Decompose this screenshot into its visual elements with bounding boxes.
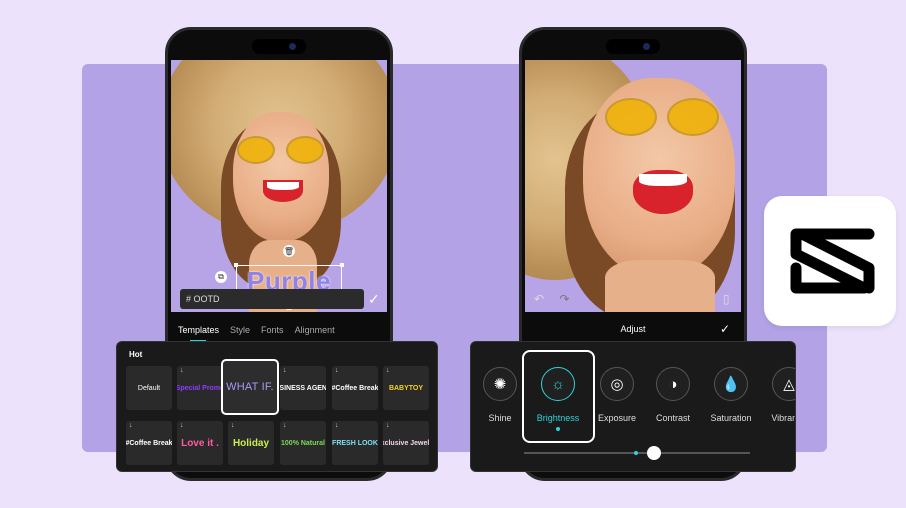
template-item[interactable]: ↓ Special Promo (177, 366, 223, 410)
template-label: Default (137, 384, 161, 392)
template-label: 100% Natural (281, 439, 325, 447)
edited-photo: Purple 🗑 ⧉ ↻ (171, 60, 387, 312)
template-label: Love it . (181, 437, 219, 449)
redo-icon[interactable]: ↷ (559, 292, 569, 306)
template-label: #Coffee Break (332, 384, 378, 392)
download-icon: ↓ (335, 422, 339, 429)
download-icon: ↓ (283, 422, 287, 429)
camera-notch (606, 39, 660, 54)
template-item[interactable]: Default (126, 366, 172, 410)
adjust-panel: ✺ Shine ☼ Brightness ◎ Exposure ◑ Contrast 💧 Satu… (470, 341, 796, 472)
contrast-icon: ◑ (656, 367, 690, 401)
template-label: Exclusive Jewelry (383, 439, 429, 447)
template-label: Holiday (232, 437, 270, 449)
adjusted-photo (525, 60, 741, 312)
camera-notch (252, 39, 306, 54)
adjust-label: Exposure (597, 413, 637, 423)
template-item[interactable]: ↓ Holiday (228, 421, 274, 465)
sun-icon: ☼ (541, 367, 575, 401)
droplet-icon: 💧 (714, 367, 748, 401)
adjust-item-shine[interactable]: ✺ Shine (471, 367, 530, 423)
adjust-label: Vibrance (771, 413, 795, 423)
exposure-icon: ◎ (600, 367, 634, 401)
template-label: BABYTOY (388, 384, 424, 392)
selected-indicator (556, 427, 560, 431)
download-icon: ↓ (335, 367, 339, 374)
template-item[interactable]: ↓ BABYTOY (383, 366, 429, 410)
template-label: Special Promo (177, 384, 223, 392)
template-item[interactable]: ↓ #Coffee Break (126, 421, 172, 465)
tab-fonts[interactable]: Fonts (261, 325, 284, 335)
adjust-item-exposure[interactable]: ◎ Exposure (587, 367, 647, 423)
undo-redo-row: ↶ ↷ ▯ (534, 292, 729, 306)
adjust-item-saturation[interactable]: 💧 Saturation (701, 367, 761, 423)
template-item[interactable]: ↓ #Coffee Break (332, 366, 378, 410)
download-icon: ↓ (386, 422, 390, 429)
slider-knob[interactable] (647, 446, 661, 460)
confirm-check-icon[interactable]: ✓ (368, 291, 380, 308)
tab-alignment[interactable]: Alignment (295, 325, 335, 335)
template-label: WHAT IF. (226, 381, 274, 393)
template-label: BUSINESS AGENCY (280, 384, 326, 392)
panel-title: Adjust (620, 324, 646, 334)
adjust-label: Contrast (655, 413, 690, 423)
caption-text: # OOTD (186, 294, 220, 304)
adjust-label: Shine (488, 413, 512, 423)
adjust-label: Brightness (536, 413, 580, 423)
download-icon: ↓ (386, 367, 390, 374)
download-icon: ↓ (180, 367, 184, 374)
capcut-logo-icon (764, 196, 896, 326)
confirm-check-icon[interactable]: ✓ (720, 322, 730, 336)
template-selected[interactable]: WHAT IF. (221, 359, 279, 415)
sun-sparkle-icon: ✺ (483, 367, 517, 401)
tab-style[interactable]: Style (230, 325, 250, 335)
compare-icon[interactable]: ▯ (723, 292, 730, 306)
vibrance-icon: ◬ (772, 367, 795, 401)
download-icon: ↓ (231, 422, 235, 429)
adjust-item-vibrance[interactable]: ◬ Vibrance (759, 367, 795, 423)
template-item[interactable]: ↓ Exclusive Jewelry (383, 421, 429, 465)
adjust-label: Saturation (710, 413, 752, 423)
template-item[interactable]: ↓ 100% Natural (280, 421, 326, 465)
template-item[interactable]: ↓ BUSINESS AGENCY (280, 366, 326, 410)
section-title: Hot (129, 350, 143, 359)
template-item[interactable]: ↓ Love it . (177, 421, 223, 465)
adjust-item-brightness[interactable]: ☼ Brightness (528, 367, 588, 431)
adjust-item-contrast[interactable]: ◑ Contrast (643, 367, 703, 423)
template-label: #Coffee Break (126, 439, 172, 447)
text-tabs: Templates Style Fonts Alignment (178, 325, 335, 335)
tab-templates[interactable]: Templates (178, 325, 219, 335)
delete-icon[interactable]: 🗑 (283, 245, 295, 257)
download-icon: ↓ (180, 422, 184, 429)
duplicate-icon[interactable]: ⧉ (215, 271, 227, 283)
download-icon: ↓ (283, 367, 287, 374)
undo-icon[interactable]: ↶ (534, 292, 544, 306)
slider-default-marker (634, 451, 638, 455)
download-icon: ↓ (129, 422, 133, 429)
template-label: FRESH LOOK (332, 439, 378, 447)
template-item[interactable]: ↓ FRESH LOOK (332, 421, 378, 465)
caption-input[interactable]: # OOTD (180, 289, 364, 309)
